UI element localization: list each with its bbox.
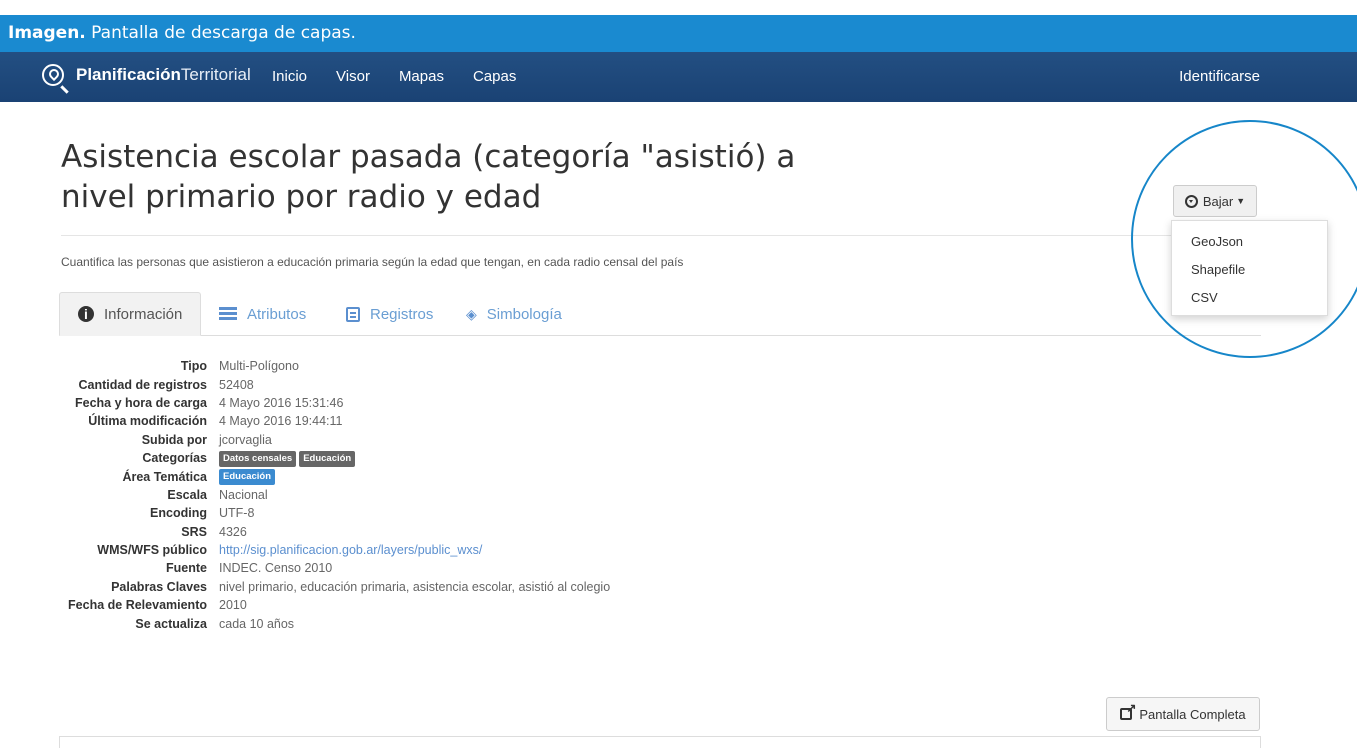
info-label: Subida por (141, 432, 207, 447)
info-row: Fuente INDEC. Censo 2010 (61, 559, 610, 577)
info-label: Fecha y hora de carga (74, 395, 207, 410)
fullscreen-button[interactable]: Pantalla Completa (1106, 697, 1260, 731)
info-label: Fecha de Relevamiento (68, 598, 207, 613)
layer-info-table: Tipo Multi-Polígono Cantidad de registros… (61, 357, 610, 633)
info-row: Encoding UTF-8 (61, 504, 610, 522)
map-search-icon (42, 64, 64, 86)
info-label: Cantidad de registros (78, 377, 208, 392)
info-value: 4326 (219, 524, 247, 539)
fullscreen-label: Pantalla Completa (1139, 706, 1246, 722)
info-value: 4 Mayo 2016 19:44:11 (219, 414, 343, 429)
info-label: Se actualiza (135, 616, 207, 631)
info-value: cada 10 años (219, 616, 295, 631)
brand-name-bold: Planificación (76, 65, 181, 84)
brand-logo[interactable]: Planificación Territorial (42, 64, 251, 86)
info-label: Área Temática (122, 469, 207, 484)
eye-slash-icon: ◈ (466, 305, 477, 322)
area-badge[interactable]: Educación (219, 469, 276, 486)
tab-simbologia[interactable]: ◈ Simbología (466, 292, 562, 336)
tab-informacion-label: Información (104, 305, 183, 323)
info-row: Se actualiza cada 10 años (61, 614, 610, 632)
info-value: Nacional (219, 487, 268, 502)
info-label: Última modificación (88, 414, 207, 429)
nav-inicio[interactable]: Inicio (272, 68, 307, 85)
nav-links: Inicio Visor Mapas Capas (272, 68, 545, 85)
info-row: Cantidad de registros 52408 (61, 375, 610, 393)
info-row: Palabras Claves nivel primario, educación… (61, 578, 610, 596)
info-row: Categorías Datos censales Educación (61, 449, 610, 467)
download-option-geojson[interactable]: GeoJson (1172, 232, 1327, 260)
info-value: 52408 (219, 377, 254, 392)
info-label: Fuente (166, 561, 207, 576)
info-label: Tipo (180, 359, 207, 374)
layer-description: Cuantifica las personas que asistieron a… (61, 255, 684, 269)
info-value: Educación (219, 468, 278, 486)
info-row: Subida por jcorvaglia (61, 431, 610, 449)
title-divider (61, 235, 1261, 236)
document-icon (346, 306, 360, 322)
tab-bar: i Información Atributos Registros ◈ Simb… (59, 292, 1261, 336)
info-row: Fecha de Relevamiento 2010 (61, 596, 610, 614)
info-row: Escala Nacional (61, 486, 610, 504)
info-row: WMS/WFS público http://sig.planificacion.… (61, 541, 610, 559)
info-label: Encoding (150, 506, 207, 521)
info-icon: i (78, 306, 94, 322)
download-button[interactable]: Bajar ▼ (1173, 185, 1257, 217)
tab-simbologia-label: Simbología (486, 305, 562, 323)
info-value: jcorvaglia (219, 432, 272, 447)
category-badge[interactable]: Datos censales (219, 450, 297, 467)
wms-link[interactable]: http://sig.planificacion.gob.ar/layers/p… (219, 543, 482, 557)
external-link-icon (1120, 701, 1136, 720)
info-value: UTF-8 (219, 506, 255, 521)
page-title: Asistencia escolar pasada (categoría "as… (61, 139, 796, 215)
download-option-csv[interactable]: CSV (1172, 288, 1327, 316)
tab-informacion[interactable]: i Información (59, 292, 202, 336)
download-option-shapefile[interactable]: Shapefile (1172, 260, 1327, 288)
info-label: SRS (181, 524, 207, 539)
list-icon (219, 307, 237, 321)
info-value: Multi-Polígono (219, 359, 299, 374)
tab-registros-label: Registros (370, 305, 434, 323)
info-value: 4 Mayo 2016 15:31:46 (219, 395, 344, 410)
tab-atributos[interactable]: Atributos (219, 292, 306, 336)
info-label: Palabras Claves (111, 579, 207, 594)
info-label: Escala (167, 487, 207, 502)
map-frame (59, 736, 1261, 748)
nav-capas[interactable]: Capas (473, 68, 516, 85)
tab-registros[interactable]: Registros (346, 292, 433, 336)
download-icon (1184, 194, 1198, 208)
info-row: Área Temática Educación (61, 467, 610, 486)
info-value: 2010 (219, 598, 247, 613)
info-label: Categorías (142, 451, 207, 466)
caption-bold: Imagen. (8, 23, 86, 43)
info-row: Fecha y hora de carga 4 Mayo 2016 15:31:4… (61, 394, 610, 412)
info-row: Tipo Multi-Polígono (61, 357, 610, 375)
brand-name-light: Territorial (180, 65, 251, 84)
info-label: WMS/WFS público (97, 543, 207, 558)
download-label: Bajar (1202, 193, 1234, 209)
login-link[interactable]: Identificarse (1179, 68, 1260, 85)
download-dropdown: GeoJson Shapefile CSV (1171, 220, 1328, 316)
nav-mapas[interactable]: Mapas (399, 68, 444, 85)
nav-visor[interactable]: Visor (336, 68, 370, 85)
caret-down-icon: ▼ (1236, 196, 1246, 206)
info-value: Datos censales Educación (219, 450, 358, 467)
caption-text: Pantalla de descarga de capas. (85, 23, 356, 43)
info-value: INDEC. Censo 2010 (219, 561, 333, 576)
info-value: nivel primario, educación primaria, asis… (219, 579, 611, 594)
info-row: Última modificación 4 Mayo 2016 19:44:11 (61, 412, 610, 430)
top-navbar: Planificación Territorial Inicio Visor Ma… (0, 52, 1357, 102)
tab-atributos-label: Atributos (247, 305, 307, 323)
info-row: SRS 4326 (61, 523, 610, 541)
category-badge[interactable]: Educación (299, 450, 356, 467)
image-caption: Imagen. Pantalla de descarga de capas. (0, 15, 1357, 52)
